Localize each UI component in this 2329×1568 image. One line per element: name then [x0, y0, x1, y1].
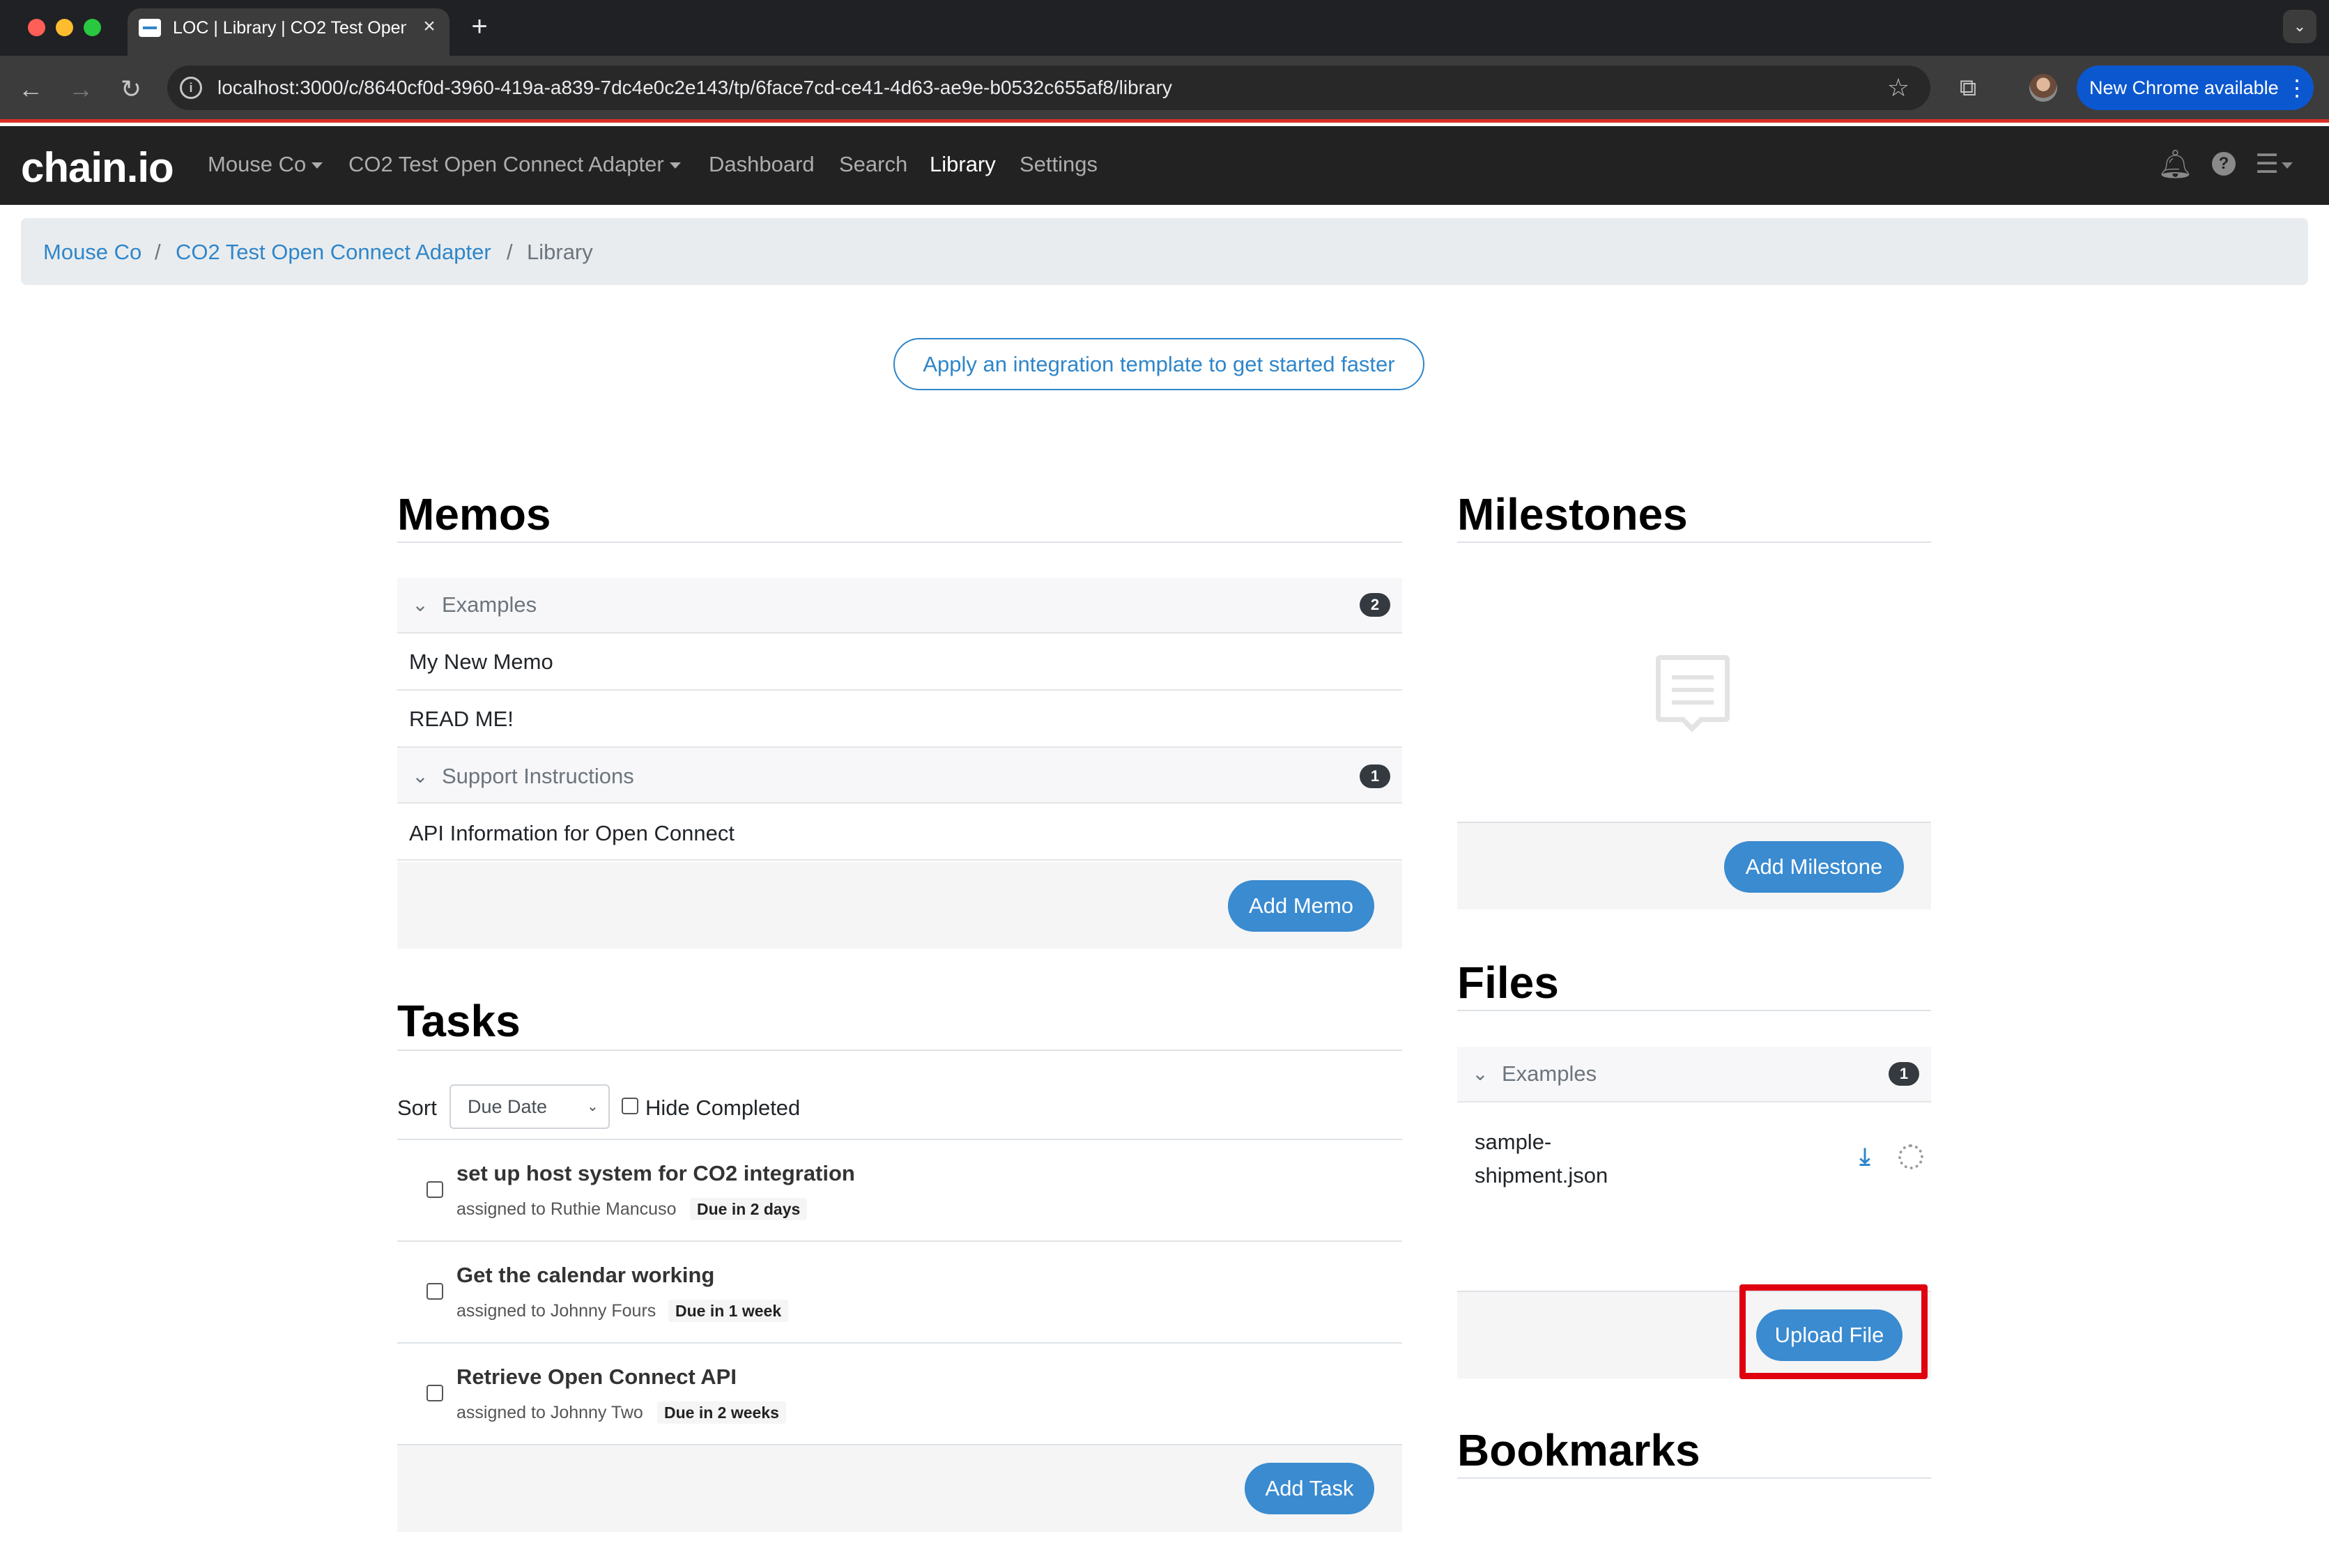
chevron-down-icon — [2282, 162, 2293, 169]
profile-avatar[interactable] — [2029, 74, 2057, 102]
milestones-divider — [1457, 541, 1931, 543]
hide-completed-checkbox[interactable] — [622, 1098, 638, 1114]
files-divider — [1457, 1010, 1931, 1011]
task-title[interactable]: set up host system for CO2 integration — [456, 1160, 855, 1187]
chrome-menu-icon[interactable]: ⋮ — [2286, 72, 2308, 103]
add-task-button[interactable]: Add Task — [1245, 1463, 1374, 1514]
chevron-down-icon: ⌄ — [1472, 1063, 1489, 1084]
tab-title: LOC | Library | CO2 Test Open Connect Ad… — [173, 18, 406, 38]
files-heading: Files — [1457, 958, 1559, 1008]
chrome-update-label: New Chrome available — [2089, 77, 2279, 98]
task-assignee: assigned to Johnny Two — [456, 1403, 643, 1422]
task-divider — [397, 1342, 1402, 1344]
task-checkbox[interactable] — [426, 1283, 443, 1300]
add-memo-button[interactable]: Add Memo — [1228, 880, 1374, 932]
add-milestone-button[interactable]: Add Milestone — [1724, 841, 1904, 893]
window-close-button[interactable] — [28, 19, 45, 36]
memo-item-label[interactable]: READ ME! — [409, 705, 514, 733]
nav-link-dashboard[interactable]: Dashboard — [709, 151, 815, 178]
count-badge: 1 — [1360, 764, 1390, 788]
memo-group-label: Support Instructions — [442, 764, 634, 788]
chevron-down-icon: ⌄ — [587, 1099, 599, 1114]
tasks-heading: Tasks — [397, 996, 521, 1046]
task-assignee: assigned to Johnny Fours — [456, 1301, 656, 1321]
sort-select[interactable]: Due Date — [449, 1084, 610, 1129]
memos-heading: Memos — [397, 489, 551, 539]
chevron-down-icon: ⌄ — [412, 594, 429, 615]
count-badge: 2 — [1360, 593, 1390, 617]
hamburger-menu-icon[interactable]: ☰ — [2255, 149, 2297, 180]
task-divider — [397, 1139, 1402, 1140]
tab-favicon-icon — [139, 19, 161, 37]
nav-adapter-label: CO2 Test Open Connect Adapter — [348, 152, 664, 176]
nav-link-library[interactable]: Library — [930, 151, 996, 178]
memo-group-examples[interactable] — [397, 578, 1402, 633]
spinner-icon — [1898, 1144, 1923, 1169]
download-icon[interactable]: ⤓ — [1854, 1144, 1876, 1169]
task-title[interactable]: Retrieve Open Connect API — [456, 1363, 737, 1391]
chevron-down-icon — [669, 162, 681, 169]
task-assignee: assigned to Ruthie Mancuso — [456, 1199, 677, 1219]
task-checkbox[interactable] — [426, 1181, 443, 1198]
sort-label: Sort — [397, 1096, 437, 1120]
memo-item[interactable] — [397, 691, 1402, 748]
address-url[interactable]: localhost:3000/c/8640cf0d-3960-419a-a839… — [217, 74, 1820, 102]
count-badge: 1 — [1889, 1062, 1919, 1086]
bookmarks-heading: Bookmarks — [1457, 1425, 1700, 1475]
site-info-icon[interactable]: i — [180, 77, 202, 99]
nav-company-label: Mouse Co — [208, 152, 307, 176]
file-name[interactable]: sample-shipment.json — [1475, 1125, 1656, 1192]
task-divider — [397, 1240, 1402, 1242]
breadcrumb-link-adapter[interactable]: CO2 Test Open Connect Adapter — [176, 238, 491, 266]
back-arrow-icon[interactable]: ← — [14, 72, 47, 106]
tab-close-icon[interactable]: × — [417, 14, 442, 39]
breadcrumb-link-company[interactable]: Mouse Co — [43, 238, 141, 266]
due-date-badge: Due in 1 week — [668, 1300, 789, 1322]
brand-logo[interactable]: chain.io — [21, 143, 181, 193]
file-group-label: Examples — [1502, 1061, 1597, 1086]
milestones-heading: Milestones — [1457, 489, 1688, 539]
bell-icon[interactable]: 🔔︎ — [2158, 146, 2193, 183]
chevron-down-icon — [312, 162, 323, 169]
breadcrumb-separator: / — [507, 240, 513, 264]
memo-group-label: Examples — [442, 592, 537, 617]
chevron-down-icon: ⌄ — [412, 765, 429, 787]
nav-company-dropdown[interactable]: Mouse Co — [208, 151, 323, 178]
task-checkbox[interactable] — [426, 1385, 443, 1401]
window-minimize-button[interactable] — [56, 19, 73, 36]
memo-item-label[interactable]: My New Memo — [409, 648, 553, 676]
forward-arrow-icon[interactable]: → — [64, 72, 98, 106]
upload-file-highlight — [1739, 1284, 1928, 1379]
due-date-badge: Due in 2 days — [690, 1198, 808, 1220]
help-icon[interactable]: ? — [2212, 152, 2236, 176]
new-tab-icon[interactable]: + — [466, 13, 493, 40]
bookmark-star-icon[interactable]: ☆ — [1882, 71, 1915, 105]
hide-completed-label[interactable]: Hide Completed — [645, 1094, 800, 1122]
tab-search-chevron-icon[interactable]: ⌄ — [2283, 10, 2316, 43]
nav-link-search[interactable]: Search — [839, 151, 907, 178]
breadcrumb-separator: / — [155, 240, 161, 264]
memo-item-label[interactable]: API Information for Open Connect — [409, 820, 735, 847]
reload-icon[interactable]: ↻ — [114, 72, 148, 106]
memos-divider — [397, 541, 1402, 543]
tasks-divider — [397, 1050, 1402, 1051]
due-date-badge: Due in 2 weeks — [657, 1401, 786, 1424]
task-title[interactable]: Get the calendar working — [456, 1261, 714, 1289]
bookmarks-divider — [1457, 1477, 1931, 1479]
extensions-puzzle-icon[interactable]: ⧉ — [1951, 71, 1985, 105]
nav-adapter-dropdown[interactable]: CO2 Test Open Connect Adapter — [348, 151, 681, 178]
breadcrumb-current: Library — [527, 240, 593, 264]
window-maximize-button[interactable] — [84, 19, 101, 36]
apply-template-button[interactable]: Apply an integration template to get sta… — [893, 338, 1424, 390]
nav-link-settings[interactable]: Settings — [1020, 151, 1098, 178]
